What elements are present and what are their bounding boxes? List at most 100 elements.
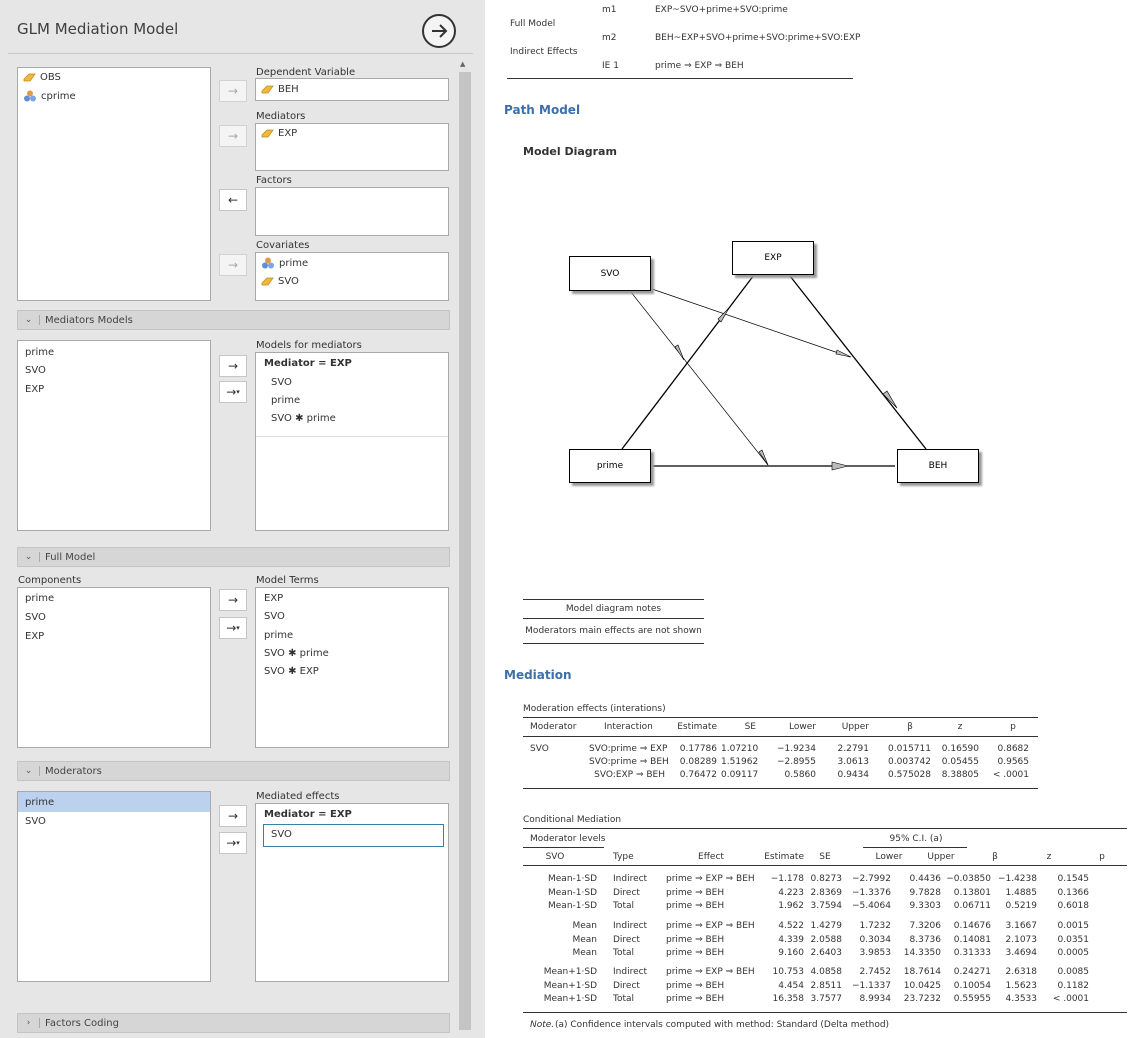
table-cell: 0.3034 xyxy=(859,934,892,945)
add-model-interaction-button[interactable]: → ▾ xyxy=(219,617,247,639)
list-item[interactable]: EXP xyxy=(25,384,44,395)
section-title: Mediators Models xyxy=(45,314,133,326)
list-item[interactable]: OBS xyxy=(23,72,61,83)
table-cell: 9.7828 xyxy=(909,887,942,898)
list-item[interactable]: EXP xyxy=(264,593,283,604)
add-moderator-button[interactable]: → xyxy=(219,805,247,827)
list-item[interactable]: EXP xyxy=(261,128,297,139)
panel-divider[interactable] xyxy=(478,0,485,1038)
moderator-levels-header: Moderator levels xyxy=(530,834,606,844)
list-item[interactable]: SVO xyxy=(25,365,46,376)
list-item[interactable]: SVO ✱ prime xyxy=(271,413,336,424)
table-cell: 0.14676 xyxy=(953,921,991,931)
column-header: p xyxy=(1099,852,1105,862)
list-item[interactable]: prime xyxy=(261,257,308,269)
add-mediator-interaction-button[interactable]: → ▾ xyxy=(219,381,247,403)
table-cell: prime ⇒ EXP ⇒ BEH xyxy=(666,921,755,931)
column-header: SVO xyxy=(545,852,565,862)
column-header: p xyxy=(1010,722,1016,732)
add-model-term-button[interactable]: → xyxy=(219,589,247,611)
add-moderator-interaction-button[interactable]: → ▾ xyxy=(219,832,247,854)
table-cell: 0.14081 xyxy=(953,934,991,945)
table-cell: Total xyxy=(613,948,635,958)
moderator-term-value: SVO xyxy=(271,829,292,840)
section-moderators[interactable]: ⌄ Moderators xyxy=(17,761,450,781)
table-cell: 0.1545 xyxy=(1057,874,1090,884)
column-header: Upper xyxy=(927,852,955,862)
variables-list[interactable]: OBS cprime xyxy=(17,67,211,301)
table-rule xyxy=(523,643,704,644)
table-cell: 4.223 xyxy=(778,887,804,898)
mediated-effects-field[interactable]: Mediator = EXP SVO xyxy=(255,803,449,982)
table-cell: 0.16590 xyxy=(941,744,979,754)
ordinal-icon xyxy=(261,85,274,94)
section-factors-coding[interactable]: › Factors Coding xyxy=(17,1013,450,1033)
list-item[interactable]: SVO xyxy=(25,816,46,827)
table-cell: 3.4694 xyxy=(1005,948,1038,958)
arrow-head xyxy=(882,390,898,409)
list-item[interactable]: prime xyxy=(25,347,54,358)
table-cell: Total xyxy=(613,994,635,1004)
covariates-label: Covariates xyxy=(256,240,310,251)
arrow-head xyxy=(831,461,849,471)
table-rule xyxy=(523,599,704,600)
list-item[interactable]: BEH xyxy=(261,84,299,95)
list-item[interactable]: prime xyxy=(271,395,300,406)
run-analysis-button[interactable] xyxy=(422,14,456,48)
title-divider xyxy=(8,53,473,54)
moderators-variables-list[interactable]: prime SVO xyxy=(17,791,211,982)
list-item[interactable]: SVO ✱ prime xyxy=(264,648,329,659)
table-cell: −1.4238 xyxy=(997,874,1037,884)
mediator-model-header: Mediator = EXP xyxy=(264,358,352,369)
mediators-field[interactable]: EXP xyxy=(255,123,449,171)
table-cell: 0.5860 xyxy=(784,770,817,780)
list-item[interactable]: SVO xyxy=(271,377,292,388)
dependent-variable-field[interactable]: BEH xyxy=(255,78,449,101)
table-cell: 0.24271 xyxy=(953,967,991,977)
moderator-term-input[interactable]: SVO xyxy=(263,824,444,847)
models-for-mediators-field[interactable]: Mediator = EXP SVO prime SVO ✱ prime xyxy=(255,352,449,531)
move-from-factors-button[interactable]: ← xyxy=(219,189,247,211)
table-cell: 8.3736 xyxy=(909,934,942,945)
list-item[interactable]: SVO xyxy=(25,612,46,623)
table-cell: 0.0351 xyxy=(1057,934,1090,945)
move-to-covariates-button[interactable]: → xyxy=(219,254,247,276)
table-cell: 4.3533 xyxy=(1005,994,1038,1004)
table-cell: Indirect xyxy=(613,874,648,884)
diagram-notes-text: Moderators main effects are not shown xyxy=(525,626,702,636)
move-to-dependent-button[interactable]: → xyxy=(219,80,247,102)
section-full-model[interactable]: ⌄ Full Model xyxy=(17,547,450,567)
components-list[interactable]: prime SVO EXP xyxy=(17,587,211,748)
factors-field[interactable] xyxy=(255,187,449,236)
list-item[interactable]: SVO xyxy=(261,276,299,287)
model-terms-field[interactable]: EXP SVO prime SVO ✱ prime SVO ✱ EXP xyxy=(255,587,449,748)
list-item-selected[interactable]: prime xyxy=(25,797,54,808)
list-item[interactable]: SVO ✱ EXP xyxy=(264,666,319,677)
scroll-up-icon[interactable]: ▲ xyxy=(460,60,465,68)
table-cell: Total xyxy=(613,901,635,911)
list-item[interactable]: prime xyxy=(25,593,54,604)
table-cell: −1.9234 xyxy=(776,744,816,754)
interaction-cell: SVO:prime ⇒ EXP xyxy=(589,744,668,754)
scrollbar-thumb[interactable] xyxy=(459,72,471,1030)
ci-header: 95% C.I. (a) xyxy=(889,834,943,844)
column-header: Lower xyxy=(875,852,903,862)
move-to-mediators-button[interactable]: → xyxy=(219,125,247,147)
variable-name: cprime xyxy=(41,90,76,102)
list-item[interactable]: cprime xyxy=(23,90,76,102)
path-prime-exp xyxy=(621,307,730,450)
section-mediators-models[interactable]: ⌄ Mediators Models xyxy=(17,310,450,330)
section-title: Full Model xyxy=(45,551,96,563)
table-cell: −5.4064 xyxy=(851,901,891,911)
table-cell: 0.17786 xyxy=(679,744,717,754)
table-cell: 0.13801 xyxy=(953,887,991,898)
table-cell: prime ⇒ EXP ⇒ BEH xyxy=(666,874,755,884)
list-item[interactable]: EXP xyxy=(25,631,44,642)
add-mediator-term-button[interactable]: → xyxy=(219,355,247,377)
chevron-down-icon: ⌄ xyxy=(18,766,40,776)
mediators-models-variables-list[interactable]: prime SVO EXP xyxy=(17,340,211,531)
moderator-level-cell: Mean xyxy=(572,934,597,945)
list-item[interactable]: prime xyxy=(264,630,293,641)
list-item[interactable]: SVO xyxy=(264,611,285,622)
covariates-field[interactable]: prime SVO xyxy=(255,252,449,301)
